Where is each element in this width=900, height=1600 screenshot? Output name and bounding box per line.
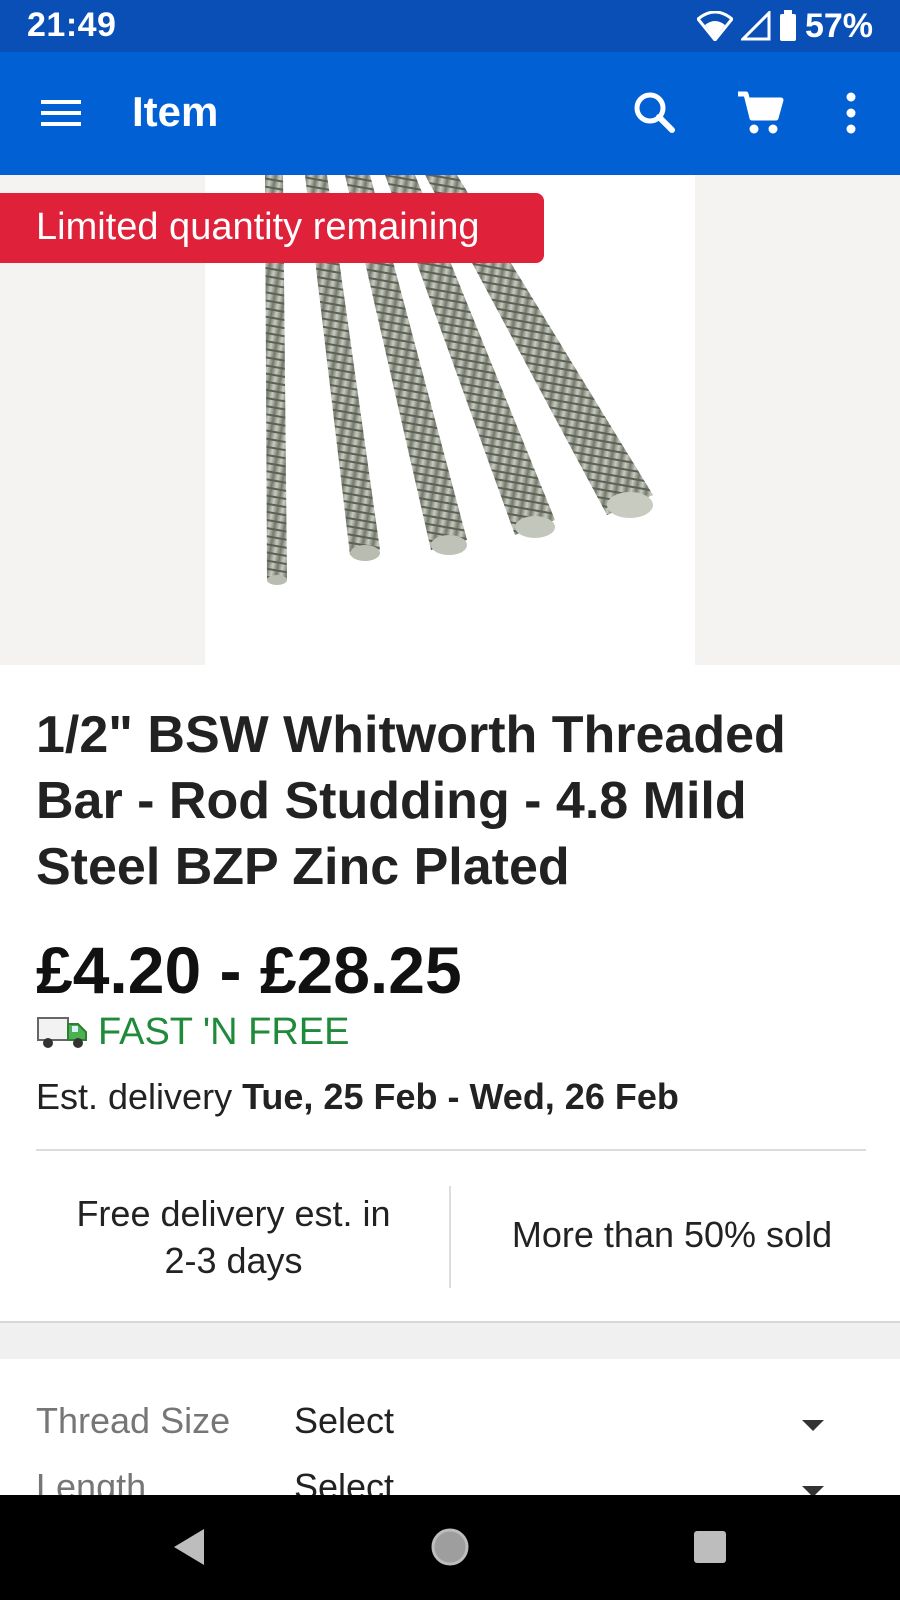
page-title: Item [132,88,219,135]
fact-separator [449,1186,451,1288]
back-icon[interactable] [168,1525,212,1569]
shipping-badge: FAST 'N FREE [36,1010,350,1054]
estimated-delivery: Est. delivery Tue, 25 Feb - Wed, 26 Feb [36,1076,679,1118]
free-delivery-fact: Free delivery est. in 2-3 days [36,1190,431,1284]
thread-size-label: Thread Size [36,1400,231,1441]
free-delivery-line2: 2-3 days [164,1240,303,1281]
menu-icon[interactable] [40,92,82,134]
section-divider [0,1321,900,1359]
item-highlights: Free delivery est. in 2-3 days More than… [0,1170,900,1320]
dropdown-arrow-icon[interactable] [802,1420,824,1431]
thread-size-value[interactable]: Select [294,1400,394,1442]
cart-icon[interactable] [734,86,788,140]
price-range: £4.20 - £28.25 [36,933,462,1007]
thread-size-select[interactable]: Thread Size Select [0,1400,900,1460]
system-nav-bar [0,1495,900,1600]
free-delivery-line1: Free delivery est. in [76,1193,391,1234]
status-time: 21:49 [27,6,117,44]
status-icons: 57% [696,6,873,46]
battery-icon [779,10,796,41]
cell-signal-icon [740,11,771,41]
search-icon[interactable] [628,86,682,140]
battery-percent: 57% [804,6,873,45]
app-bar: Item [0,52,900,175]
product-title: 1/2" BSW Whitworth Threaded Bar - Rod St… [36,706,786,896]
shipping-label: FAST 'N FREE [98,1010,350,1053]
delivery-truck-icon [37,1017,87,1048]
delivery-prefix: Est. delivery [36,1076,233,1117]
delivery-dates: Tue, 25 Feb - Wed, 26 Feb [242,1076,679,1117]
limited-quantity-badge: Limited quantity remaining [0,193,544,263]
status-bar: 21:49 57% [0,0,900,52]
more-vert-icon[interactable] [824,86,878,140]
sold-percentage-fact: More than 50% sold [511,1214,833,1255]
recents-icon[interactable] [688,1525,732,1569]
divider [36,1149,866,1151]
wifi-icon [696,11,733,41]
badge-text: Limited quantity remaining [36,206,480,248]
home-icon[interactable] [428,1525,472,1569]
